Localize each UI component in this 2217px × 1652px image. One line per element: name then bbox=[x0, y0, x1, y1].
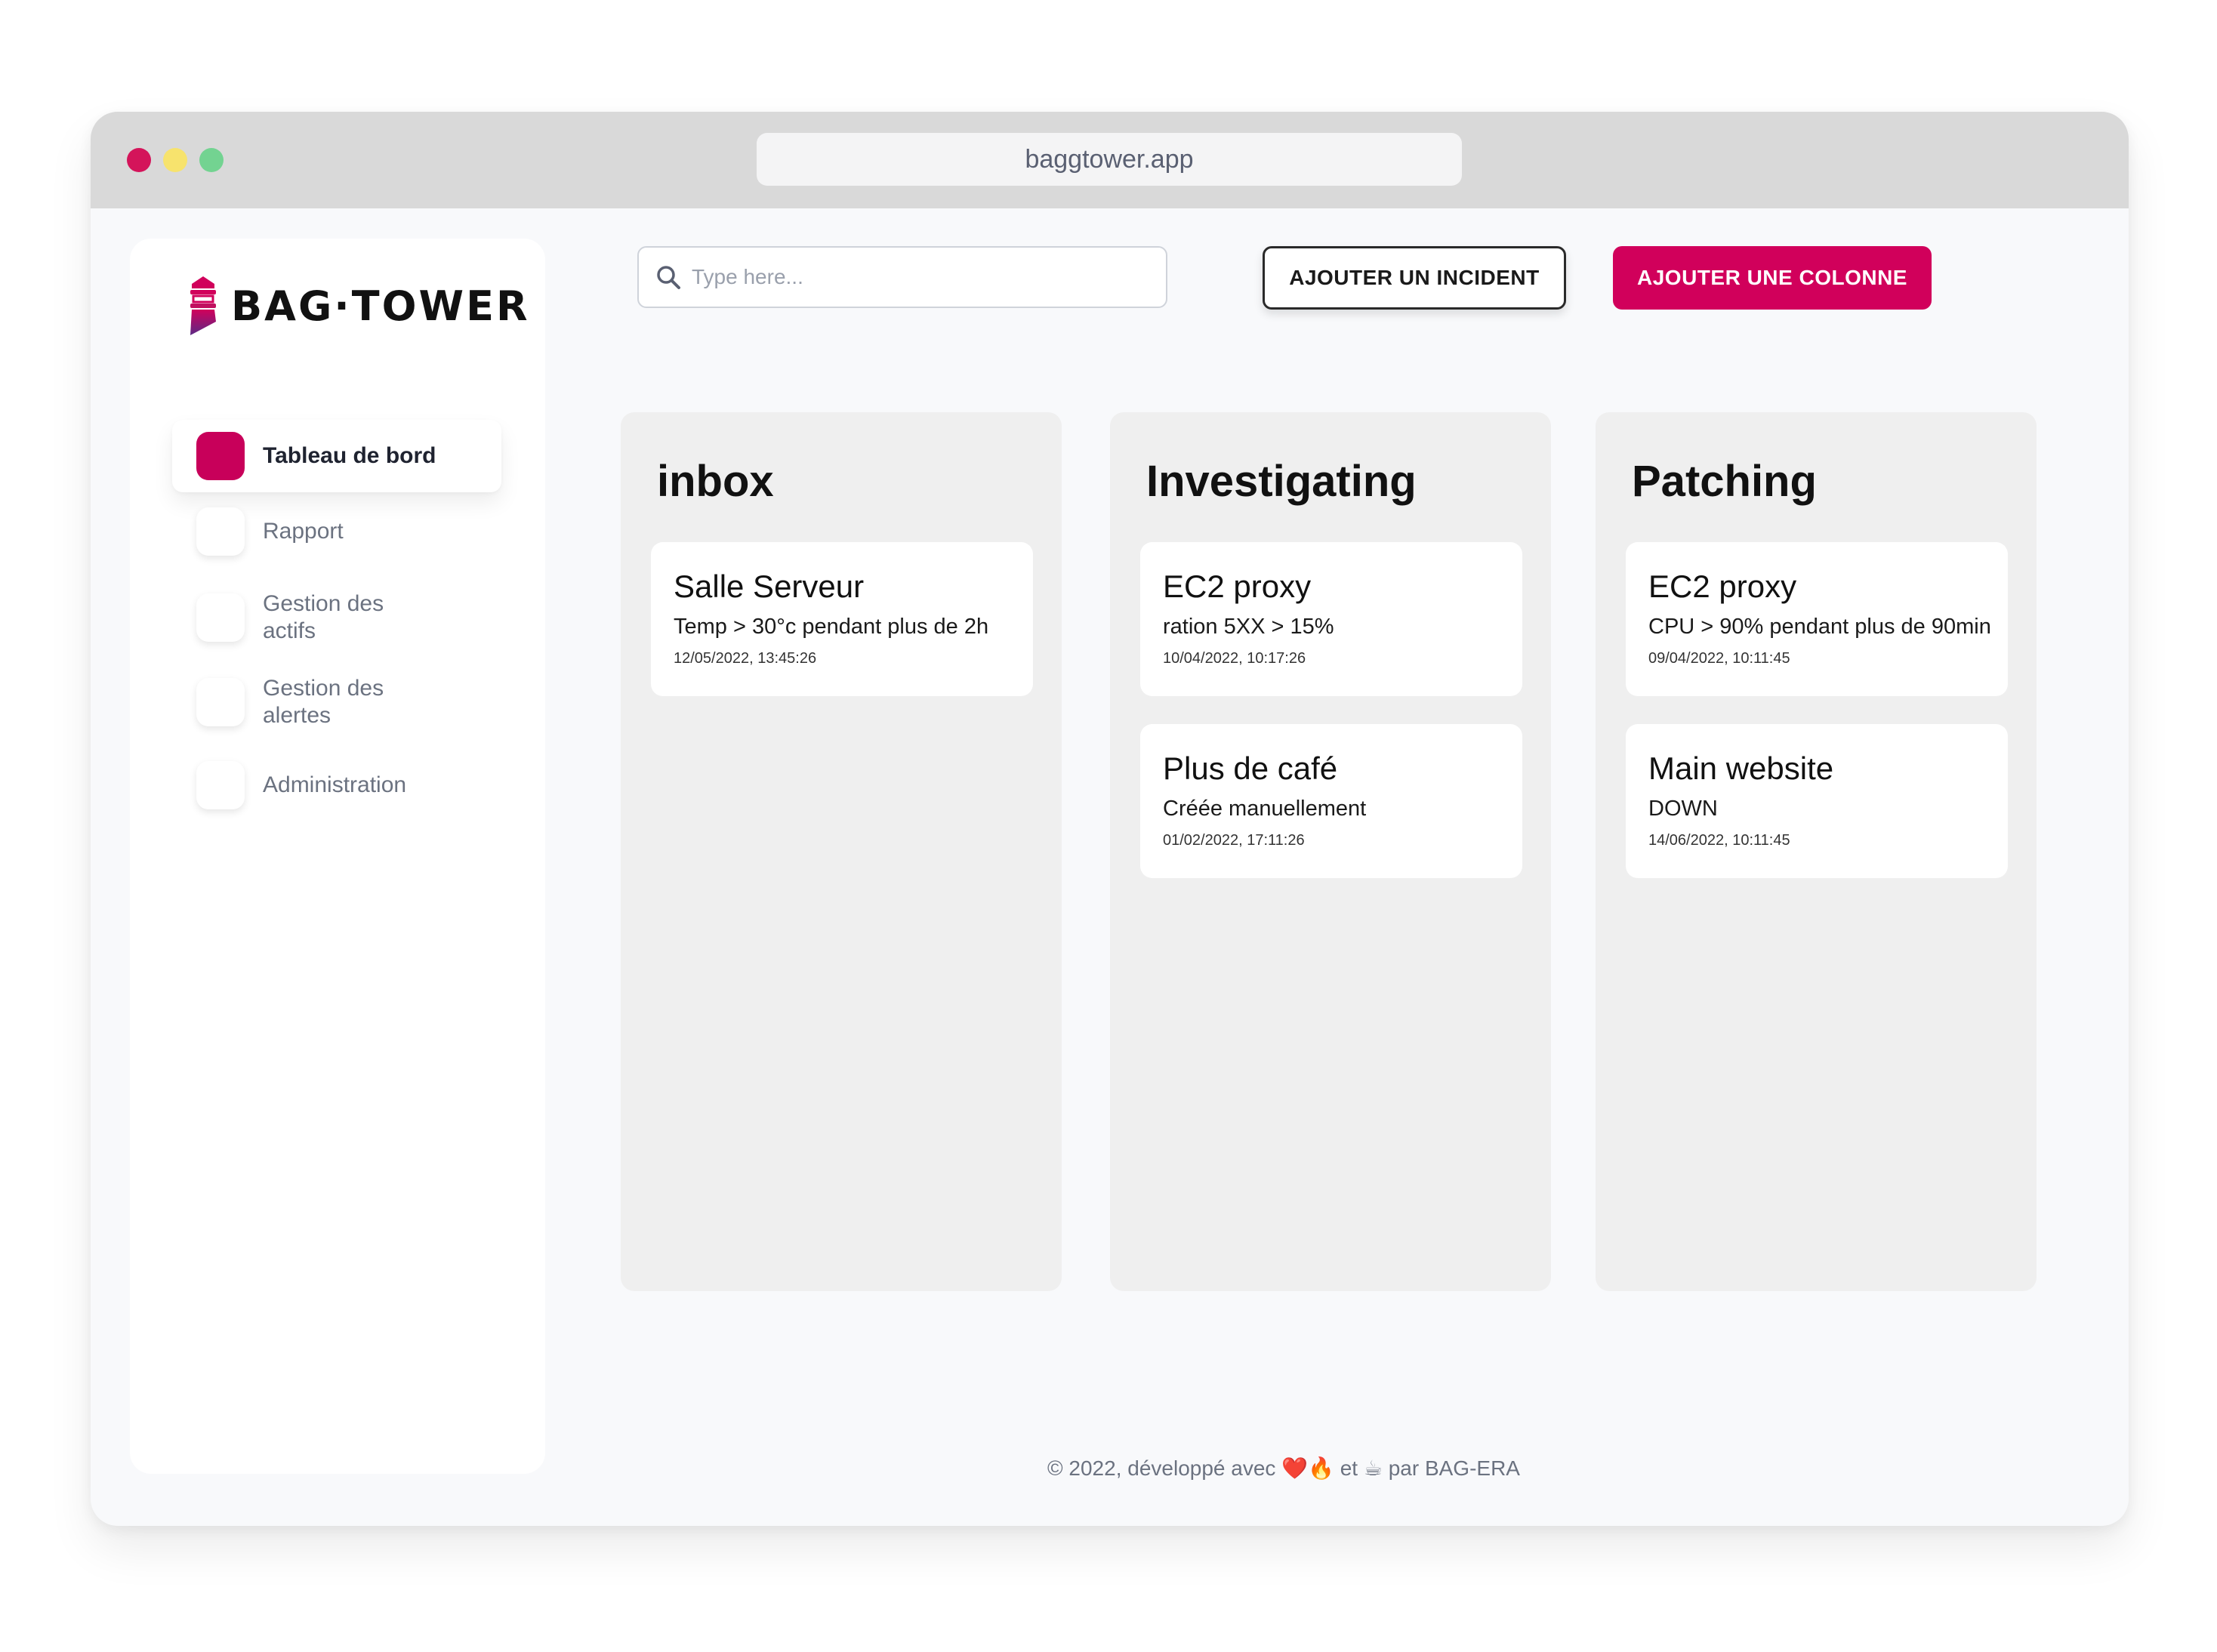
board-column-patching[interactable]: Patching EC2 proxy CPU > 90% pendant plu… bbox=[1596, 412, 2037, 1291]
assets-icon bbox=[196, 593, 245, 642]
column-title: Patching bbox=[1632, 457, 1817, 506]
incident-card[interactable]: EC2 proxy CPU > 90% pendant plus de 90mi… bbox=[1626, 542, 2008, 696]
incident-card[interactable]: EC2 proxy ration 5XX > 15% 10/04/2022, 1… bbox=[1140, 542, 1522, 696]
incident-card-date: 10/04/2022, 10:17:26 bbox=[1163, 650, 1306, 667]
incident-card-title: Main website bbox=[1648, 750, 1834, 786]
column-title: inbox bbox=[657, 457, 774, 506]
admin-icon bbox=[196, 761, 245, 809]
minimize-window-button[interactable] bbox=[163, 148, 187, 172]
search-input[interactable] bbox=[692, 265, 1115, 289]
app-logo-text: BAG·TOWER bbox=[231, 282, 530, 330]
sidebar-item-label: Gestion des actifs bbox=[263, 591, 384, 643]
incident-card-title: Plus de café bbox=[1163, 750, 1338, 786]
incident-card-date: 01/02/2022, 17:11:26 bbox=[1163, 832, 1305, 849]
sidebar: BAG·TOWER Tableau de bord Rapport Gestio… bbox=[130, 239, 545, 1474]
alerts-icon bbox=[196, 678, 245, 726]
incident-card-title: EC2 proxy bbox=[1163, 569, 1312, 604]
sidebar-item-tableau-de-bord[interactable]: Tableau de bord bbox=[172, 420, 501, 492]
sidebar-item-gestion-des-alertes[interactable]: Gestion des alertes bbox=[172, 673, 501, 731]
close-window-button[interactable] bbox=[127, 148, 151, 172]
footer-text: © 2022, développé avec ❤️🔥 et ☕ par BAG-… bbox=[1047, 1456, 1520, 1480]
address-bar[interactable]: baggtower.app bbox=[757, 133, 1462, 186]
sidebar-item-administration[interactable]: Administration bbox=[172, 761, 501, 809]
address-bar-url: baggtower.app bbox=[1025, 144, 1194, 174]
sidebar-item-label: Tableau de bord bbox=[263, 443, 436, 468]
incident-card[interactable]: Plus de café Créée manuellement 01/02/20… bbox=[1140, 724, 1522, 878]
maximize-window-button[interactable] bbox=[199, 148, 224, 172]
add-incident-button-label: AJOUTER UN INCIDENT bbox=[1289, 266, 1540, 289]
board-column-investigating[interactable]: Investigating EC2 proxy ration 5XX > 15%… bbox=[1110, 412, 1551, 1291]
add-column-button[interactable]: AJOUTER UNE COLONNE bbox=[1613, 246, 1932, 310]
incident-card-date: 14/06/2022, 10:11:45 bbox=[1648, 832, 1790, 849]
incident-card-description: Temp > 30°c pendant plus de 2h bbox=[674, 615, 989, 639]
footer: © 2022, développé avec ❤️🔥 et ☕ par BAG-… bbox=[906, 1456, 1661, 1481]
dashboard-icon bbox=[196, 432, 245, 480]
sidebar-item-rapport[interactable]: Rapport bbox=[172, 507, 501, 556]
search-icon bbox=[657, 266, 680, 289]
board-column-inbox[interactable]: inbox Salle Serveur Temp > 30°c pendant … bbox=[621, 412, 1062, 1291]
sidebar-item-label: Administration bbox=[263, 772, 407, 797]
lighthouse-logo-icon bbox=[190, 276, 216, 335]
sidebar-item-gestion-des-actifs[interactable]: Gestion des actifs bbox=[172, 589, 501, 646]
incident-card[interactable]: Main website DOWN 14/06/2022, 10:11:45 bbox=[1626, 724, 2008, 878]
incident-card[interactable]: Salle Serveur Temp > 30°c pendant plus d… bbox=[651, 542, 1033, 696]
search-box[interactable] bbox=[637, 246, 1167, 308]
incident-card-title: Salle Serveur bbox=[674, 569, 865, 604]
incident-card-description: DOWN bbox=[1648, 797, 1718, 821]
browser-window: baggtower.app BAG·TOWER Tableau de bord … bbox=[91, 112, 2129, 1526]
browser-titlebar: baggtower.app bbox=[91, 112, 2129, 208]
sidebar-item-label: Gestion des alertes bbox=[263, 676, 384, 728]
sidebar-item-label: Rapport bbox=[263, 519, 344, 544]
report-icon bbox=[196, 507, 245, 556]
incident-card-date: 09/04/2022, 10:11:45 bbox=[1648, 650, 1790, 667]
incident-card-description: CPU > 90% pendant plus de 90min bbox=[1648, 615, 1991, 639]
incident-card-title: EC2 proxy bbox=[1648, 569, 1797, 604]
add-column-button-label: AJOUTER UNE COLONNE bbox=[1637, 266, 1907, 289]
column-title: Investigating bbox=[1146, 457, 1417, 506]
app-logo[interactable]: BAG·TOWER bbox=[186, 275, 530, 337]
incident-card-description: ration 5XX > 15% bbox=[1163, 615, 1334, 639]
incident-card-description: Créée manuellement bbox=[1163, 797, 1367, 821]
incident-card-date: 12/05/2022, 13:45:26 bbox=[674, 650, 817, 667]
add-incident-button[interactable]: AJOUTER UN INCIDENT bbox=[1263, 246, 1566, 310]
